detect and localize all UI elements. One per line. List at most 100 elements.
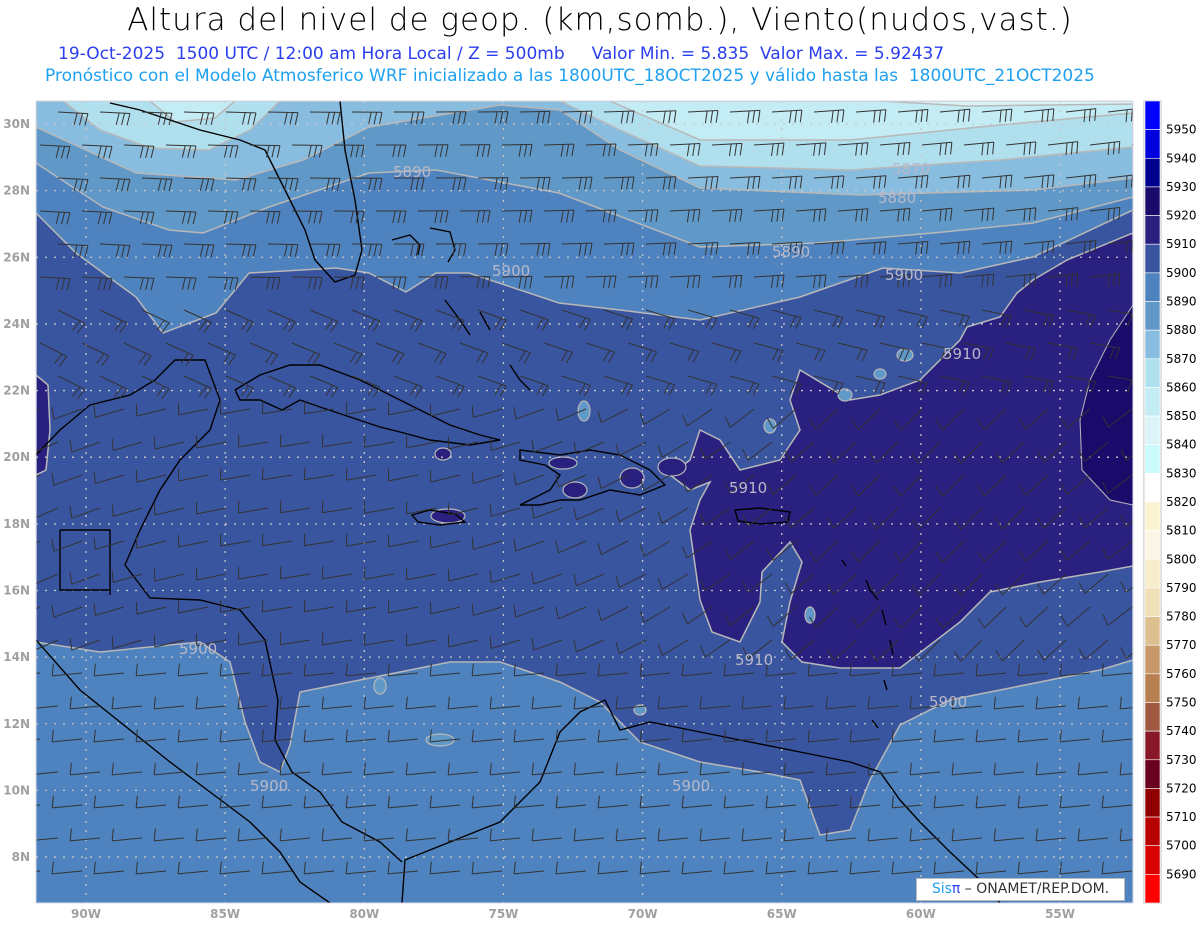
colorbar-label: 5710: [1166, 810, 1197, 824]
colorbar-cell: [1144, 874, 1161, 904]
colorbar-label: 5720: [1166, 781, 1197, 795]
longitude-label: 75W: [488, 907, 518, 921]
colorbar-label: 5800: [1166, 552, 1197, 566]
colorbar-cell: [1144, 558, 1161, 589]
map-area: 5890 5870 5880 5890 5900 5900 5910 5910 …: [36, 101, 1133, 903]
contour-label: 5910: [735, 651, 773, 669]
colorbar-label: 5730: [1166, 753, 1197, 767]
latitude-label: 16N: [3, 583, 30, 597]
latitude-label: 18N: [3, 517, 30, 531]
colorbar-cell: [1144, 616, 1161, 646]
latitude-label: 22N: [3, 384, 30, 398]
credit-org: – ONAMET/REP.DOM.: [960, 881, 1110, 897]
colorbar-cell: [1144, 788, 1161, 818]
colorbar-cell: [1144, 301, 1161, 331]
latitude-label: 24N: [3, 317, 30, 331]
latitude-label: 20N: [3, 450, 30, 464]
longitude-label: 80W: [349, 907, 379, 921]
contour-label: 5900: [492, 262, 530, 280]
contour-label: 5900: [885, 266, 923, 284]
colorbar-label: 5940: [1166, 151, 1197, 165]
colorbar-label: 5950: [1166, 123, 1197, 137]
colorbar-cell: [1144, 501, 1161, 531]
colorbar-label: 5770: [1166, 638, 1197, 652]
latitude-label: 10N: [3, 783, 30, 797]
latitude-label: 12N: [3, 717, 30, 731]
wind-barb: [36, 606, 41, 610]
credit-sis: Sis: [931, 881, 952, 897]
wind-barb: [36, 408, 41, 412]
colorbar-label: 5850: [1166, 409, 1197, 423]
latitude-label: 28N: [3, 184, 30, 198]
colorbar-label: 5690: [1166, 867, 1197, 881]
colorbar-cell: [1144, 100, 1161, 130]
colorbar-label: 5840: [1166, 438, 1197, 452]
colorbar-label: 5790: [1166, 581, 1197, 595]
colorbar-label: 5740: [1166, 724, 1197, 738]
wind-barb: [36, 474, 41, 478]
colorbar-cell: [1144, 644, 1161, 675]
contour-label: 5910: [943, 345, 981, 363]
contour-label: 5910: [729, 479, 767, 497]
colorbar-cell: [1144, 530, 1161, 560]
colorbar-cell: [1144, 587, 1161, 617]
latitude-label: 14N: [3, 650, 30, 664]
colorbar-label: 5900: [1166, 266, 1197, 280]
colorbar: 5950 5940 5930 5920 5910 5900 5890 5880 5870 5860…: [1143, 100, 1197, 904]
credit-box: Sisπ – ONAMET/REP.DOM.: [916, 878, 1125, 901]
colorbar-label: 5870: [1166, 352, 1197, 366]
colorbar-label: 5920: [1166, 209, 1197, 223]
contour-label: 5900: [672, 777, 710, 795]
colorbar-label: 5820: [1166, 495, 1197, 509]
contour-label: 5890: [772, 243, 810, 261]
colorbar-cell: [1144, 673, 1161, 703]
longitude-label: 70W: [628, 907, 658, 921]
colorbar-label: 5860: [1166, 380, 1197, 394]
colorbar-cell: [1144, 387, 1161, 417]
colorbar-label: 5760: [1166, 667, 1197, 681]
colorbar-label: 5750: [1166, 696, 1197, 710]
colorbar-cell: [1144, 186, 1161, 216]
contour-label: 5880: [878, 189, 916, 207]
colorbar-cell: [1144, 845, 1161, 875]
longitude-label: 85W: [210, 907, 240, 921]
contour-label: 5900: [929, 693, 967, 711]
colorbar-cell: [1144, 358, 1161, 388]
colorbar-label: 5700: [1166, 839, 1197, 853]
colorbar-cell: [1144, 473, 1161, 503]
colorbar-cell: [1144, 329, 1161, 360]
longitude-label: 65W: [767, 907, 797, 921]
longitude-label: 55W: [1045, 907, 1075, 921]
colorbar-cell: [1144, 759, 1161, 789]
colorbar-label: 5780: [1166, 610, 1197, 624]
longitude-label: 90W: [71, 907, 101, 921]
colorbar-cell: [1144, 157, 1161, 188]
contour-label: 5900: [250, 777, 288, 795]
colorbar-label: 5930: [1166, 180, 1197, 194]
colorbar-cell: [1144, 415, 1161, 446]
longitude-label: 60W: [906, 907, 936, 921]
colorbar-cell: [1144, 702, 1161, 732]
contour-label: 5900: [179, 640, 217, 658]
map-title: Altura del nivel de geop. (km,somb.), Vi…: [127, 2, 1073, 38]
value-min: Valor Min. = 5.835: [591, 44, 750, 64]
forecast-date: 19-Oct-2025 1500 UTC / 12:00 am Hora Loc…: [58, 44, 565, 64]
colorbar-label: 5880: [1166, 323, 1197, 337]
latitude-label: 26N: [3, 250, 30, 264]
contour-label: 5870: [892, 160, 930, 178]
colorbar-cell: [1144, 730, 1161, 761]
wind-barb: [36, 540, 41, 544]
colorbar-cell: [1144, 272, 1161, 302]
colorbar-cell: [1144, 444, 1161, 474]
contour-label: 5890: [393, 163, 431, 181]
latitude-label: 8N: [12, 850, 30, 864]
colorbar-cell: [1144, 129, 1161, 159]
value-max: Valor Max. = 5.92437: [760, 44, 945, 64]
colorbar-label: 5910: [1166, 237, 1197, 251]
colorbar-label: 5810: [1166, 524, 1197, 538]
colorbar-cell: [1144, 215, 1161, 245]
model-info: Pronóstico con el Modelo Atmosferico WRF…: [45, 66, 1095, 86]
colorbar-cell: [1144, 816, 1161, 847]
colorbar-label: 5830: [1166, 466, 1197, 480]
colorbar-cell: [1144, 243, 1161, 274]
